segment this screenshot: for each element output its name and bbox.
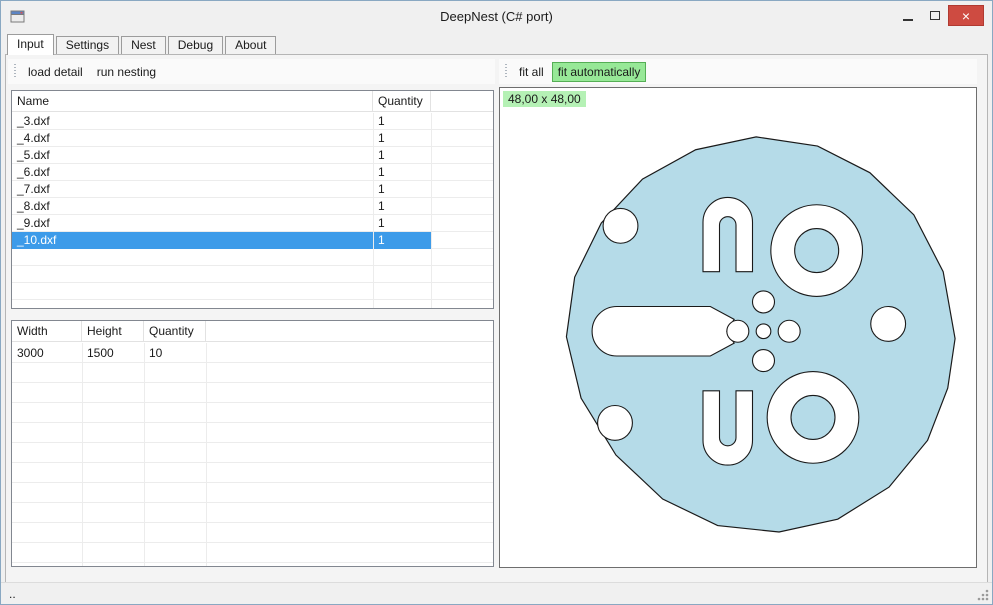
- table-cell: _9.dxf: [12, 215, 373, 232]
- column-header[interactable]: Height: [82, 321, 144, 341]
- parts-list-header: NameQuantity: [12, 91, 493, 112]
- table-cell: 1: [373, 198, 431, 215]
- toolbar-grip-icon[interactable]: [505, 64, 507, 79]
- table-row[interactable]: _10.dxf1: [12, 232, 431, 249]
- tab-debug[interactable]: Debug: [168, 36, 223, 54]
- column-header[interactable]: Name: [12, 91, 373, 111]
- table-cell: _10.dxf: [12, 232, 373, 249]
- column-divider: [431, 113, 432, 308]
- hole-top-left: [603, 208, 638, 243]
- tab-input[interactable]: Input: [7, 34, 54, 55]
- table-row[interactable]: _3.dxf1: [12, 113, 431, 130]
- ornament-lower-island: [791, 395, 835, 439]
- ornament-upper-island: [795, 229, 839, 273]
- preview-canvas[interactable]: 48,00 x 48,00: [499, 87, 977, 568]
- keyhole-slot: [592, 307, 734, 357]
- minimize-icon: [903, 19, 913, 21]
- column-divider: [373, 113, 374, 308]
- status-text: ..: [9, 587, 16, 601]
- table-cell: _3.dxf: [12, 113, 373, 130]
- run-nesting-button[interactable]: run nesting: [91, 62, 162, 82]
- hole-right: [871, 307, 906, 342]
- table-cell: 1: [373, 164, 431, 181]
- table-row[interactable]: _6.dxf1: [12, 164, 431, 181]
- table-row[interactable]: _8.dxf1: [12, 198, 431, 215]
- close-icon: ×: [962, 9, 970, 23]
- tab-settings[interactable]: Settings: [56, 36, 119, 54]
- table-cell: 1: [373, 215, 431, 232]
- table-row[interactable]: _4.dxf1: [12, 130, 431, 147]
- load-detail-button[interactable]: load detail: [22, 62, 89, 82]
- input-tab-page: load detail run nesting NameQuantity _3.…: [5, 54, 988, 583]
- clover-hole-center: [756, 324, 771, 339]
- table-cell: _6.dxf: [12, 164, 373, 181]
- toolbar-grip-icon[interactable]: [14, 64, 16, 79]
- tab-strip: Input Settings Nest Debug About: [7, 34, 278, 55]
- table-row[interactable]: _7.dxf1: [12, 181, 431, 198]
- tab-about[interactable]: About: [225, 36, 276, 54]
- clover-hole-right: [778, 320, 800, 342]
- hole-bottom-left: [598, 406, 633, 441]
- table-cell: 1: [373, 181, 431, 198]
- table-cell: 1: [373, 113, 431, 130]
- column-header[interactable]: Quantity: [144, 321, 206, 341]
- resize-grip-icon[interactable]: [976, 588, 990, 602]
- table-cell: 1: [373, 130, 431, 147]
- sheets-list-header: WidthHeightQuantity: [12, 321, 493, 342]
- right-toolbar: fit all fit automatically: [499, 59, 977, 84]
- table-cell: _8.dxf: [12, 198, 373, 215]
- column-divider: [82, 343, 83, 566]
- table-cell: _5.dxf: [12, 147, 373, 164]
- table-cell: 10: [144, 343, 206, 363]
- table-row[interactable]: _5.dxf1: [12, 147, 431, 164]
- status-bar: ..: [1, 582, 992, 604]
- table-cell: _4.dxf: [12, 130, 373, 147]
- part-size-label: 48,00 x 48,00: [503, 91, 586, 107]
- parts-list[interactable]: NameQuantity _3.dxf1_4.dxf1_5.dxf1_6.dxf…: [11, 90, 494, 309]
- tab-nest[interactable]: Nest: [121, 36, 166, 54]
- sheets-list[interactable]: WidthHeightQuantity 3000150010: [11, 320, 494, 567]
- table-cell: 1: [373, 147, 431, 164]
- table-row[interactable]: _9.dxf1: [12, 215, 431, 232]
- clover-hole-top: [753, 291, 775, 313]
- clover-hole-bottom: [753, 350, 775, 372]
- maximize-icon: [930, 11, 940, 20]
- title-bar[interactable]: DeepNest (C# port) ×: [1, 1, 992, 33]
- close-button[interactable]: ×: [948, 5, 984, 26]
- sheets-list-body: 3000150010: [12, 343, 493, 566]
- clover-hole-left: [727, 320, 749, 342]
- minimize-button[interactable]: [894, 5, 921, 25]
- table-cell: _7.dxf: [12, 181, 373, 198]
- left-toolbar: load detail run nesting: [8, 59, 495, 84]
- part-preview: [538, 114, 978, 554]
- table-row[interactable]: 3000150010: [12, 343, 206, 363]
- table-cell: 3000: [12, 343, 82, 363]
- table-cell: 1500: [82, 343, 144, 363]
- window-title: DeepNest (C# port): [1, 9, 992, 24]
- maximize-button[interactable]: [921, 5, 948, 25]
- column-header[interactable]: Width: [12, 321, 82, 341]
- fit-automatically-toggle[interactable]: fit automatically: [552, 62, 647, 82]
- column-header[interactable]: Quantity: [373, 91, 431, 111]
- deepnest-window: { "window": { "title": "DeepNest (C# por…: [0, 0, 993, 605]
- column-divider: [206, 343, 207, 566]
- parts-list-body: _3.dxf1_4.dxf1_5.dxf1_6.dxf1_7.dxf1_8.dx…: [12, 113, 493, 308]
- table-cell: 1: [373, 232, 431, 249]
- column-divider: [144, 343, 145, 566]
- fit-all-button[interactable]: fit all: [513, 62, 550, 82]
